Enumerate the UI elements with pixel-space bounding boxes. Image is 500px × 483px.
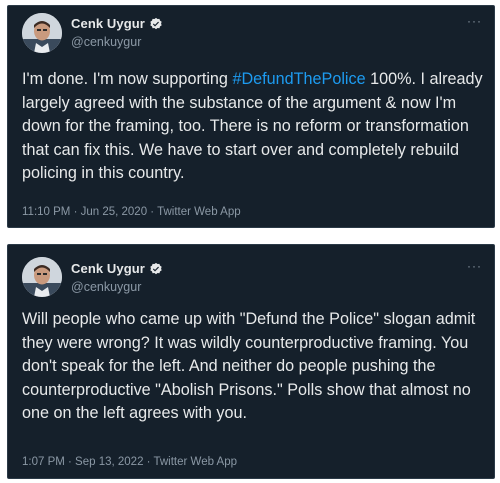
tweet-text-part: I'm done. I'm now supporting: [22, 70, 233, 88]
tweet-card-2: Cenk Uygur @cenkuygur ··· Will people wh…: [7, 244, 495, 479]
tweet-timestamp[interactable]: 11:10 PM · Jun 25, 2020 · Twitter Web Ap…: [22, 206, 241, 218]
tweet-timestamp[interactable]: 1:07 PM · Sep 13, 2022 · Twitter Web App: [22, 456, 237, 468]
verified-badge-icon: [149, 17, 163, 31]
screenshot-frame: Cenk Uygur @cenkuygur ··· I'm done. I'm …: [0, 0, 500, 483]
handle[interactable]: @cenkuygur: [71, 35, 141, 49]
more-options-icon[interactable]: ···: [467, 260, 482, 272]
avatar[interactable]: [22, 13, 62, 53]
handle[interactable]: @cenkuygur: [71, 280, 141, 294]
avatar-photo-icon: [22, 257, 62, 297]
author-row: Cenk Uygur: [71, 261, 163, 276]
verified-badge-icon: [149, 262, 163, 276]
tweet-card-1: Cenk Uygur @cenkuygur ··· I'm done. I'm …: [7, 5, 495, 228]
tweet-text: Will people who came up with "Defund the…: [22, 310, 476, 422]
display-name[interactable]: Cenk Uygur: [71, 261, 145, 276]
more-options-icon[interactable]: ···: [467, 15, 482, 27]
avatar-photo-icon: [22, 13, 62, 53]
display-name[interactable]: Cenk Uygur: [71, 16, 145, 31]
hashtag-link[interactable]: #DefundThePolice: [232, 70, 365, 88]
author-row: Cenk Uygur: [71, 16, 163, 31]
tweet-text: I'm done. I'm now supporting #DefundTheP…: [22, 68, 484, 186]
avatar[interactable]: [22, 257, 62, 297]
